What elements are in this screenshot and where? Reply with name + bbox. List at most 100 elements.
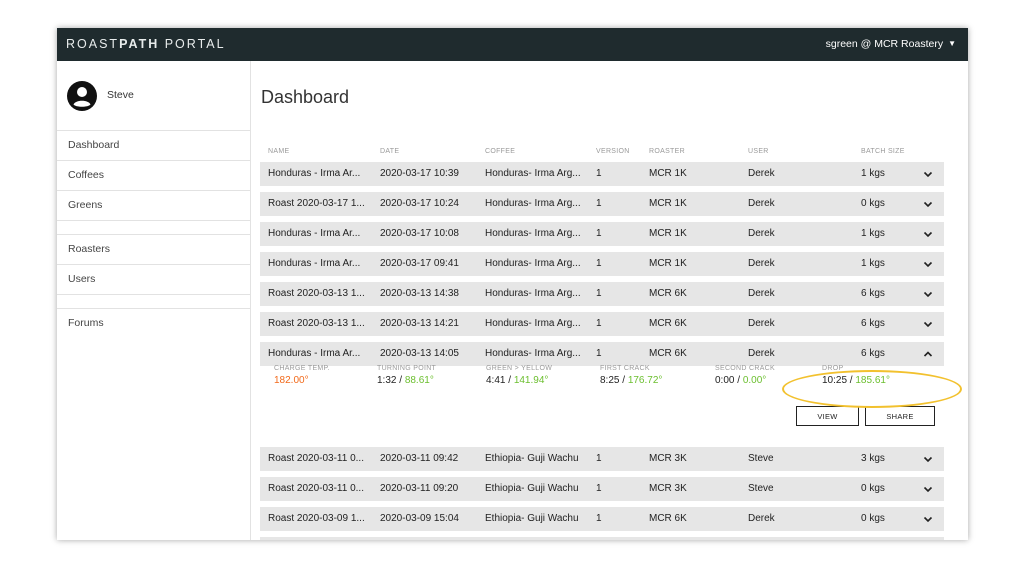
view-button[interactable]: VIEW [796, 406, 859, 426]
table-row[interactable]: Honduras - Irma Ar... 2020-03-13 14:05 Hon… [260, 342, 944, 366]
cell-date: 2020-03-13 14:38 [380, 288, 459, 299]
table-row[interactable]: Honduras - Irma Ar... 2020-03-17 10:39 Hon… [260, 162, 944, 186]
metric-time: 1:32 / [377, 375, 405, 386]
cell-name: Roast 2020-03-17 1... [268, 198, 365, 209]
cell-roaster: MCR 6K [649, 288, 687, 299]
chevron-down-icon[interactable] [923, 484, 933, 494]
sidebar-divider [57, 220, 250, 221]
share-button[interactable]: SHARE [865, 406, 935, 426]
cell-coffee: Ethiopia- Guji Wachu [485, 513, 579, 524]
sidebar-item-coffees[interactable]: Coffees [57, 160, 250, 189]
chevron-down-icon[interactable] [923, 229, 933, 239]
cell-date: 2020-03-11 09:42 [380, 453, 459, 464]
metric-charge-temp: CHARGE TEMP. 182.00° [274, 365, 330, 386]
table-row[interactable]: Roast 2020-03-13 1... 2020-03-13 14:21 Hon… [260, 312, 944, 336]
cell-roaster: MCR 1K [649, 258, 687, 269]
metric-label: FIRST CRACK [600, 365, 650, 372]
caret-down-icon: ▼ [948, 39, 956, 48]
cell-batch-size: 0 kgs [861, 513, 885, 524]
metric-label: CHARGE TEMP. [274, 365, 330, 372]
cell-date: 2020-03-17 10:39 [380, 168, 459, 179]
cell-name: Roast 2020-03-09 1... [268, 513, 365, 524]
cell-user: Steve [748, 483, 774, 494]
cell-user: Derek [748, 513, 775, 524]
cell-date: 2020-03-09 14:46 [380, 537, 459, 540]
cell-version: 1 [596, 537, 602, 540]
sidebar-item-users[interactable]: Users [57, 264, 250, 293]
cell-roaster: MCR 1K [649, 198, 687, 209]
cell-coffee: Honduras- Irma Arg... [485, 198, 581, 209]
chevron-down-icon[interactable] [923, 169, 933, 179]
cell-name: Honduras - Irma Ar... [268, 168, 361, 179]
sidebar-divider [57, 294, 250, 295]
column-header-batch-size[interactable]: BATCH SIZE [861, 148, 905, 155]
cell-date: 2020-03-13 14:05 [380, 348, 459, 359]
cell-user: Derek [748, 228, 775, 239]
cell-name: Roast 2020-03-09 1... [268, 537, 365, 540]
cell-coffee: Peru- Lima Coopera... [485, 537, 583, 540]
chevron-down-icon[interactable] [923, 319, 933, 329]
cell-roaster: MCR 6K [649, 537, 687, 540]
table-row[interactable]: Honduras - Irma Ar... 2020-03-17 09:41 Hon… [260, 252, 944, 276]
metric-temp: 176.72° [627, 375, 663, 386]
account-avatar-icon[interactable] [67, 81, 97, 111]
chevron-up-icon[interactable] [923, 349, 933, 359]
table-row[interactable]: Roast 2020-03-09 1... 2020-03-09 15:04 Eth… [260, 507, 944, 531]
metric-temp: 88.61° [404, 375, 434, 386]
cell-batch-size: 6 kgs [861, 318, 885, 329]
metric-drop: DROP 10:25 / 185.61° [822, 365, 890, 386]
table-row[interactable]: Roast 2020-03-09 1... 2020-03-09 14:46 Per… [260, 537, 944, 540]
cell-roaster: MCR 6K [649, 513, 687, 524]
table-row[interactable]: Roast 2020-03-17 1... 2020-03-17 10:24 Hon… [260, 192, 944, 216]
chevron-down-icon[interactable] [923, 289, 933, 299]
app-logo[interactable]: ROASTPATH PORTAL [66, 37, 226, 51]
cell-name: Roast 2020-03-11 0... [268, 453, 364, 464]
sidebar-item-dashboard[interactable]: Dashboard [57, 130, 250, 159]
metric-label: DROP [822, 365, 844, 372]
cell-user: Derek [748, 537, 775, 540]
cell-date: 2020-03-13 14:21 [380, 318, 459, 329]
column-header-coffee[interactable]: COFFEE [485, 148, 515, 155]
cell-coffee: Honduras- Irma Arg... [485, 318, 581, 329]
cell-name: Honduras - Irma Ar... [268, 258, 361, 269]
chevron-down-icon[interactable] [923, 454, 933, 464]
column-header-roaster[interactable]: ROASTER [649, 148, 685, 155]
cell-date: 2020-03-17 10:08 [380, 228, 459, 239]
table-row[interactable]: Honduras - Irma Ar... 2020-03-17 10:08 Hon… [260, 222, 944, 246]
user-menu[interactable]: sgreen @ MCR Roastery ▼ [826, 38, 956, 50]
column-header-name[interactable]: NAME [268, 148, 289, 155]
top-bar: ROASTPATH PORTAL sgreen @ MCR Roastery ▼ [57, 28, 968, 61]
table-row[interactable]: Roast 2020-03-13 1... 2020-03-13 14:38 Hon… [260, 282, 944, 306]
cell-coffee: Honduras- Irma Arg... [485, 258, 581, 269]
cell-name: Honduras - Irma Ar... [268, 348, 361, 359]
sidebar-item-forums[interactable]: Forums [57, 308, 250, 337]
metric-green-yellow: GREEN > YELLOW 4:41 / 141.94° [486, 365, 552, 386]
chevron-down-icon[interactable] [923, 514, 933, 524]
column-header-user[interactable]: USER [748, 148, 769, 155]
table-row[interactable]: Roast 2020-03-11 0... 2020-03-11 09:20 Eth… [260, 477, 944, 501]
cell-roaster: MCR 3K [649, 453, 687, 464]
metric-time: 0:00 / [715, 375, 743, 386]
cell-date: 2020-03-17 10:24 [380, 198, 459, 209]
sidebar-item-greens[interactable]: Greens [57, 190, 250, 219]
cell-roaster: MCR 6K [649, 348, 687, 359]
metric-first-crack: FIRST CRACK 8:25 / 176.72° [600, 365, 662, 386]
metric-time: 8:25 / [600, 375, 628, 386]
chevron-down-icon[interactable] [923, 259, 933, 269]
cell-user: Derek [748, 288, 775, 299]
cell-batch-size: 0 kgs [861, 483, 885, 494]
sidebar-item-roasters[interactable]: Roasters [57, 234, 250, 263]
cell-coffee: Honduras- Irma Arg... [485, 288, 581, 299]
table-row[interactable]: Roast 2020-03-11 0... 2020-03-11 09:42 Eth… [260, 447, 944, 471]
column-header-date[interactable]: DATE [380, 148, 399, 155]
cell-coffee: Honduras- Irma Arg... [485, 228, 581, 239]
metric-temp: 185.61° [855, 375, 890, 386]
page-title: Dashboard [261, 87, 350, 107]
cell-user: Derek [748, 318, 775, 329]
sidebar: Steve Dashboard Coffees Greens Roasters … [57, 61, 251, 540]
column-header-version[interactable]: VERSION [596, 148, 630, 155]
metric-turning-point: TURNING POINT 1:32 / 88.61° [377, 365, 436, 386]
user-menu-label: sgreen @ MCR Roastery [825, 38, 944, 50]
chevron-down-icon[interactable] [923, 199, 933, 209]
cell-coffee: Ethiopia- Guji Wachu [485, 453, 579, 464]
